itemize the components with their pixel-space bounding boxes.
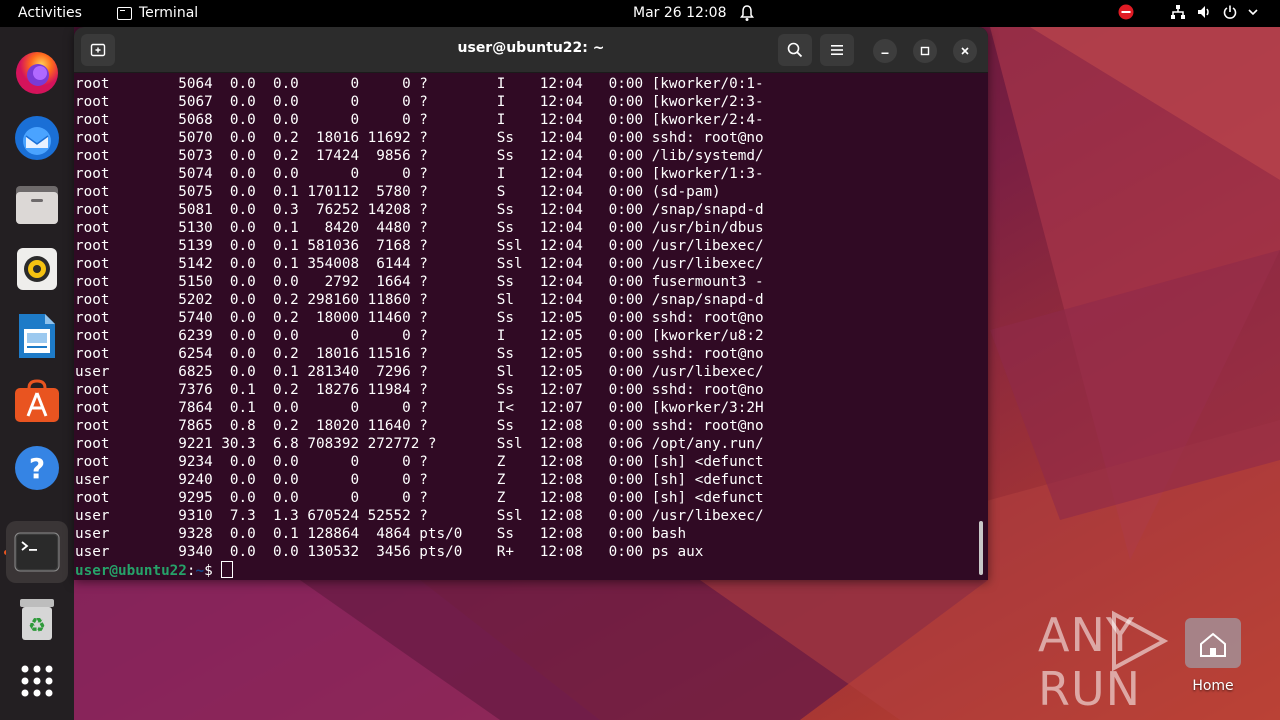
terminal-line: user 9328 0.0 0.1 128864 4864 pts/0 Ss 1… [75, 526, 687, 542]
watermark-play-icon [1112, 610, 1169, 672]
terminal-line: root 6254 0.0 0.2 18016 11516 ? Ss 12:05… [75, 346, 764, 362]
dock-item-trash[interactable]: ♻ [11, 593, 63, 645]
terminal-line: user 9340 0.0 0.0 130532 3456 pts/0 R+ 1… [75, 544, 704, 560]
terminal-line: root 5202 0.0 0.2 298160 11860 ? Sl 12:0… [75, 292, 764, 308]
app-menu[interactable]: Terminal [117, 5, 198, 21]
dock-item-thunderbird[interactable] [11, 112, 63, 164]
network-icon [1171, 5, 1185, 19]
terminal-line: root 5150 0.0 0.0 2792 1664 ? Ss 12:04 0… [75, 274, 764, 290]
terminal-line: root 5142 0.0 0.1 354008 6144 ? Ssl 12:0… [75, 256, 764, 272]
terminal-line: root 5075 0.0 0.1 170112 5780 ? S 12:04 … [75, 184, 721, 200]
dock: ? ♻ [0, 27, 74, 720]
clock[interactable]: Mar 26 12:08 [633, 5, 726, 21]
maximize-button[interactable] [913, 39, 937, 63]
dock-item-firefox[interactable] [11, 47, 63, 99]
firefox-icon [16, 52, 58, 94]
terminal-line: root 5064 0.0 0.0 0 0 ? I 12:04 0:00 [kw… [75, 76, 764, 92]
home-folder-label[interactable]: Home [1182, 678, 1244, 694]
terminal-line: root 9295 0.0 0.0 0 0 ? Z 12:08 0:00 [sh… [75, 490, 764, 506]
search-button[interactable] [778, 34, 812, 66]
app-name: Terminal [139, 5, 199, 21]
home-icon [1200, 632, 1226, 657]
terminal-app-icon [117, 6, 132, 20]
svg-text:♻: ♻ [28, 613, 46, 637]
maximize-icon [920, 46, 930, 56]
notification-bell-icon[interactable] [739, 4, 755, 22]
terminal-line: user 9240 0.0 0.0 0 0 ? Z 12:08 0:00 [sh… [75, 472, 764, 488]
dock-item-help[interactable]: ? [11, 442, 63, 494]
terminal-line: root 5740 0.0 0.2 18000 11460 ? Ss 12:05… [75, 310, 764, 326]
close-icon [961, 47, 969, 55]
terminal-cursor [221, 561, 234, 578]
terminal-line: root 9234 0.0 0.0 0 0 ? Z 12:08 0:00 [sh… [75, 454, 764, 470]
search-icon [787, 42, 803, 58]
terminal-line: root 5070 0.0 0.2 18016 11692 ? Ss 12:04… [75, 130, 764, 146]
terminal-icon [14, 532, 60, 572]
terminal-scrollbar[interactable] [979, 521, 983, 575]
terminal-line: root 5130 0.0 0.1 8420 4480 ? Ss 12:04 0… [75, 220, 764, 236]
terminal-line: user 6825 0.0 0.1 281340 7296 ? Sl 12:05… [75, 364, 764, 380]
thunderbird-icon [15, 116, 59, 160]
prompt-path: ~ [195, 563, 205, 579]
home-folder-icon[interactable] [1185, 618, 1241, 668]
dock-item-app-center[interactable] [11, 375, 63, 427]
terminal-line: root 7864 0.1 0.0 0 0 ? I< 12:07 0:00 [k… [75, 400, 764, 416]
terminal-line: root 5139 0.0 0.1 581036 7168 ? Ssl 12:0… [75, 238, 764, 254]
prompt-symbol: $ [204, 563, 222, 579]
power-icon [1223, 5, 1237, 19]
terminal-prompt-line[interactable]: user@ubuntu22:~$ [75, 561, 975, 579]
minimize-icon [881, 52, 889, 54]
terminal-line: root 7376 0.1 0.2 18276 11984 ? Ss 12:07… [75, 382, 764, 398]
help-icon: ? [15, 446, 59, 490]
system-menu-arrow-icon [1248, 9, 1258, 16]
minimize-button[interactable] [873, 39, 897, 63]
no-entry-status-icon [1118, 4, 1134, 20]
hamburger-menu-icon [831, 45, 843, 55]
terminal-line: root 6239 0.0 0.0 0 0 ? I 12:05 0:00 [kw… [75, 328, 764, 344]
show-apps-icon [21, 665, 53, 697]
files-icon [16, 186, 58, 224]
dock-item-terminal[interactable] [6, 521, 68, 583]
dock-item-writer[interactable] [11, 310, 63, 362]
terminal-line: root 5067 0.0 0.0 0 0 ? I 12:04 0:00 [kw… [75, 94, 764, 110]
terminal-line: root 5081 0.0 0.3 76252 14208 ? Ss 12:04… [75, 202, 764, 218]
trash-icon: ♻ [20, 599, 54, 640]
terminal-window[interactable]: user@ubuntu22: ~ root 5064 0.0 0.0 0 0 ?… [74, 27, 988, 580]
terminal-output[interactable]: root 5064 0.0 0.0 0 0 ? I 12:04 0:00 [kw… [75, 75, 975, 580]
terminal-line: root 5068 0.0 0.0 0 0 ? I 12:04 0:00 [kw… [75, 112, 764, 128]
system-tray[interactable] [1118, 4, 1258, 20]
volume-icon [1198, 6, 1209, 18]
close-button[interactable] [953, 39, 977, 63]
terminal-headerbar[interactable]: user@ubuntu22: ~ [74, 27, 988, 73]
app-center-icon [15, 379, 59, 422]
terminal-line: user 9310 7.3 1.3 670524 52552 ? Ssl 12:… [75, 508, 764, 524]
dock-item-rhythmbox[interactable] [11, 243, 63, 295]
svg-text:?: ? [29, 452, 45, 485]
activities-button[interactable]: Activities [18, 5, 82, 21]
terminal-line: root 5073 0.0 0.2 17424 9856 ? Ss 12:04 … [75, 148, 764, 164]
dock-item-show-apps[interactable] [11, 655, 63, 707]
terminal-line: root 5074 0.0 0.0 0 0 ? I 12:04 0:00 [kw… [75, 166, 764, 182]
rhythmbox-icon [17, 248, 57, 290]
dock-item-files[interactable] [11, 178, 63, 230]
prompt-separator: : [186, 563, 196, 579]
terminal-line: root 9221 30.3 6.8 708392 272772 ? Ssl 1… [75, 436, 764, 452]
terminal-line: root 7865 0.8 0.2 18020 11640 ? Ss 12:08… [75, 418, 764, 434]
libreoffice-writer-icon [19, 314, 55, 358]
menu-button[interactable] [820, 34, 854, 66]
prompt-user: user@ubuntu22 [75, 563, 187, 579]
top-bar: Activities Terminal Mar 26 12:08 [0, 0, 1280, 27]
